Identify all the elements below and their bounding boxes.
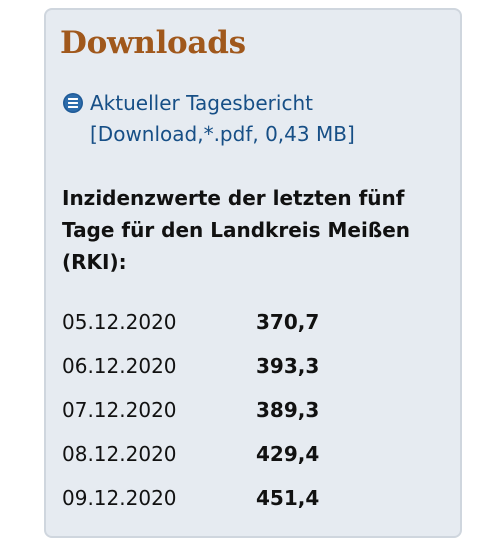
table-row: 06.12.2020 393,3 <box>62 344 362 388</box>
table-row: 07.12.2020 389,3 <box>62 388 362 432</box>
incidence-heading: Inzidenzwerte der letzten fünf Tage für … <box>62 186 411 274</box>
table-row: 05.12.2020 370,7 <box>62 300 362 344</box>
list-bullet-icon <box>63 93 83 113</box>
row-date: 07.12.2020 <box>62 398 177 422</box>
download-report-link[interactable]: Aktueller Tagesbericht [Download,*.pdf, … <box>62 88 442 150</box>
panel-title: Downloads <box>60 25 246 61</box>
row-date: 08.12.2020 <box>62 442 177 466</box>
row-date: 09.12.2020 <box>62 486 177 510</box>
row-value: 451,4 <box>256 486 320 510</box>
download-file-info: [Download,*.pdf, 0,43 MB] <box>90 122 355 146</box>
table-row: 09.12.2020 451,4 <box>62 476 362 520</box>
row-value: 429,4 <box>256 442 320 466</box>
row-value: 370,7 <box>256 310 320 334</box>
downloads-panel: Downloads Aktueller Tagesbericht [Downlo… <box>44 8 462 538</box>
row-date: 05.12.2020 <box>62 310 177 334</box>
incidence-table: 05.12.2020 370,7 06.12.2020 393,3 07.12.… <box>62 300 362 520</box>
row-value: 389,3 <box>256 398 320 422</box>
row-value: 393,3 <box>256 354 320 378</box>
table-row: 08.12.2020 429,4 <box>62 432 362 476</box>
row-date: 06.12.2020 <box>62 354 177 378</box>
download-link-label: Aktueller Tagesbericht <box>90 91 313 115</box>
